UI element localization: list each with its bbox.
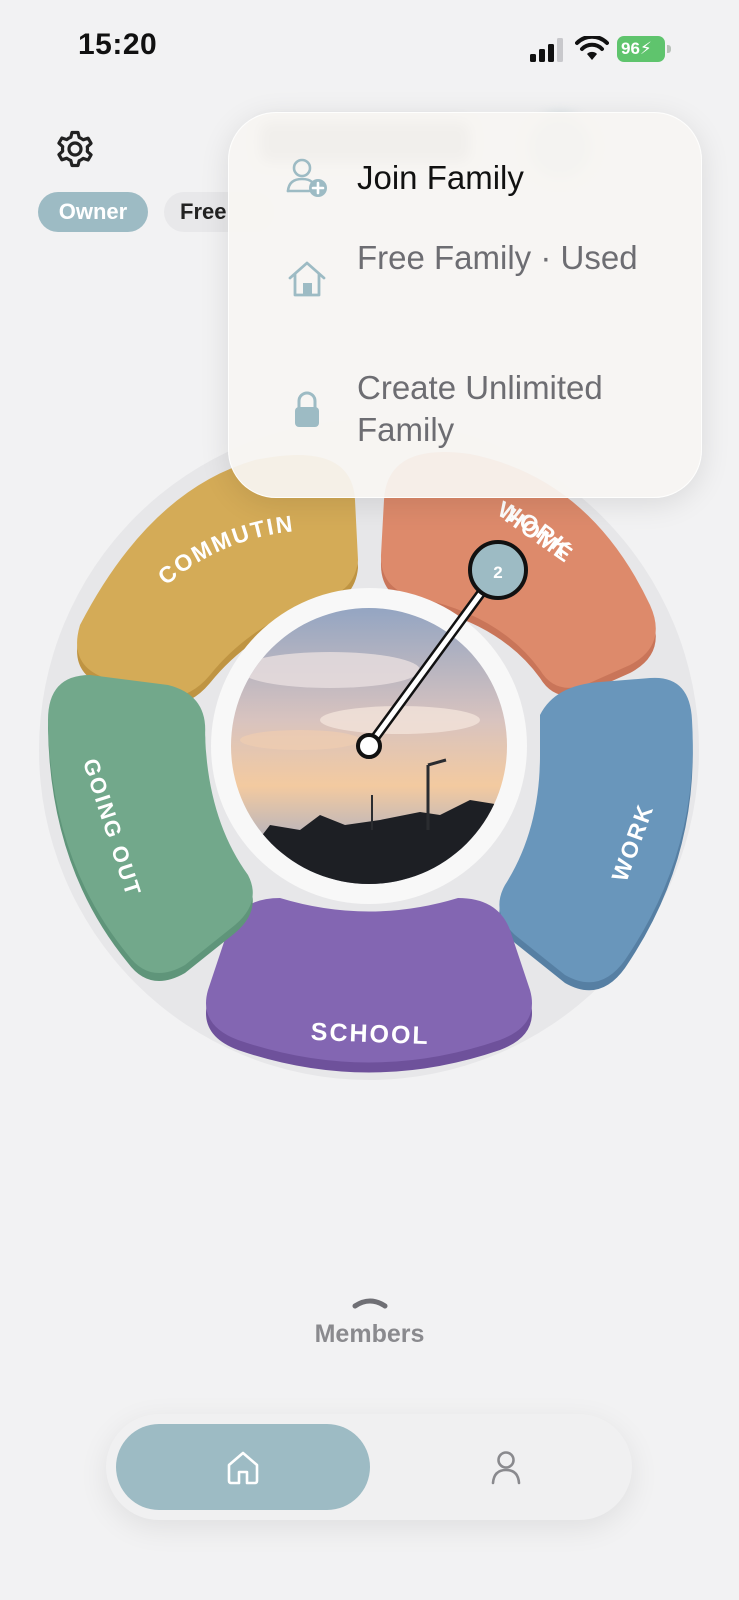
family-menu-popup: Join Family Free Family · Used Create Un… (228, 112, 702, 498)
chevron-up-icon[interactable] (351, 1294, 389, 1310)
menu-label-free-family: Free Family · Used (357, 239, 638, 276)
pointer-count: 2 (493, 563, 502, 582)
home-icon (227, 1451, 259, 1485)
wifi-icon (575, 36, 609, 60)
category-wheel: COMMUTING WORK 2 WOR (0, 420, 699, 1080)
signal-icon (530, 38, 563, 62)
menu-item-create-unlimited[interactable]: Create Unlimited Family (229, 363, 701, 459)
members-label[interactable]: Members (0, 1320, 739, 1349)
role-badge: Owner (38, 192, 148, 232)
menu-label-create-unlimited: Create Unlimited Family (357, 369, 603, 448)
menu-label-join-family: Join Family (357, 159, 524, 196)
gear-icon[interactable] (52, 126, 98, 172)
menu-item-join-family[interactable]: Join Family (229, 145, 701, 215)
lock-icon (295, 391, 319, 427)
status-bar: 15:20 96⚡ (0, 0, 739, 100)
battery-icon: 96⚡ (617, 36, 675, 62)
segment-label-school: SCHOOL (310, 1018, 430, 1050)
menu-item-free-family[interactable]: Free Family · Used (229, 233, 701, 329)
status-time: 15:20 (78, 28, 158, 61)
tab-profile[interactable] (390, 1424, 622, 1510)
add-user-icon (286, 158, 327, 197)
tab-bar (106, 1414, 632, 1520)
house-icon (288, 261, 326, 297)
tab-home[interactable] (116, 1424, 370, 1510)
profile-icon (491, 1451, 521, 1485)
battery-level: 96⚡ (617, 36, 665, 62)
